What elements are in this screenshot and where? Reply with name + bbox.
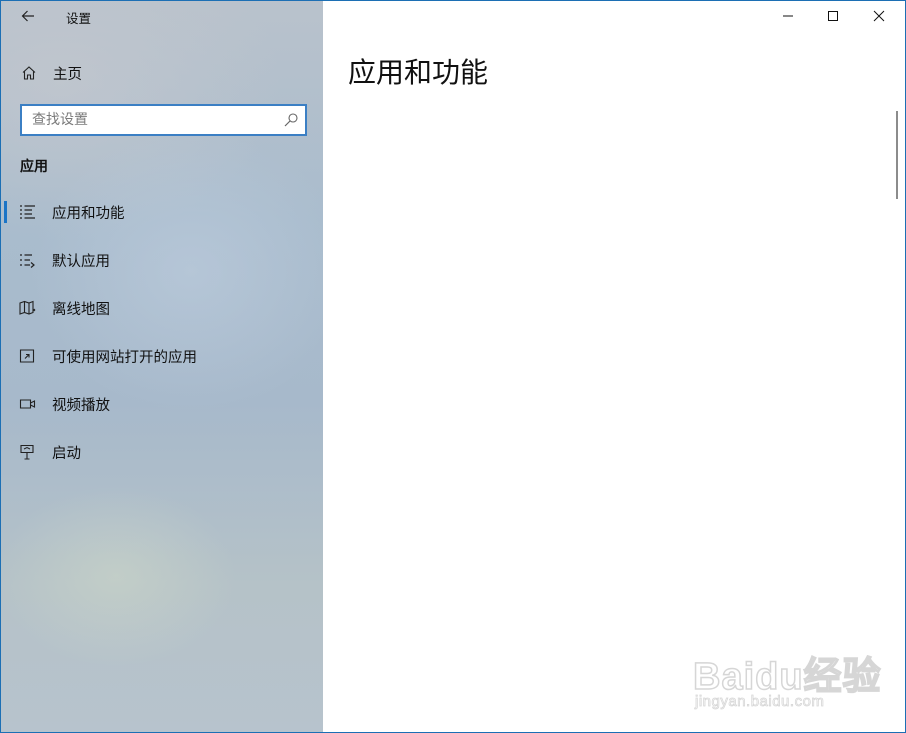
selection-indicator <box>4 201 7 223</box>
apps-for-websites-icon <box>19 349 35 363</box>
baidu-jingyan-watermark: Baidu经验 jingyan.baidu.com <box>692 635 893 725</box>
sidebar-item-label: 可使用网站打开的应用 <box>52 350 197 366</box>
close-button[interactable] <box>856 1 902 31</box>
sidebar-item-apps-for-websites[interactable]: 可使用网站打开的应用 <box>1 336 323 376</box>
search-input[interactable] <box>32 106 272 134</box>
sidebar-item-label: 离线地图 <box>52 302 110 318</box>
section-header-apps: 应用 <box>20 159 48 175</box>
sidebar-item-apps-features[interactable]: 应用和功能 <box>1 192 323 232</box>
close-icon <box>873 10 885 22</box>
back-button[interactable] <box>15 4 41 28</box>
sidebar-item-label: 视频播放 <box>52 398 110 414</box>
maximize-icon <box>828 11 838 21</box>
watermark-url: jingyan.baidu.com <box>695 693 825 711</box>
apps-features-icon <box>20 205 35 219</box>
video-playback-icon <box>19 399 36 409</box>
search-box[interactable] <box>20 104 307 136</box>
minimize-icon <box>783 15 793 17</box>
sidebar-item-home[interactable]: 主页 <box>1 58 323 88</box>
minimize-button[interactable] <box>765 1 811 31</box>
page-title: 应用和功能 <box>348 56 489 89</box>
sidebar-item-video-playback[interactable]: 视频播放 <box>1 384 323 424</box>
startup-icon <box>20 444 34 460</box>
maximize-button[interactable] <box>810 1 856 31</box>
home-label: 主页 <box>53 67 82 83</box>
sidebar-item-default-apps[interactable]: 默认应用 <box>1 240 323 280</box>
back-arrow-icon <box>21 10 34 22</box>
default-apps-icon <box>20 254 35 268</box>
sidebar-item-label: 默认应用 <box>52 254 110 270</box>
sidebar-item-label: 启动 <box>52 446 81 462</box>
watermark-brand: Baidu经验 <box>692 655 882 699</box>
sidebar-item-offline-maps[interactable]: 离线地图 <box>1 288 323 328</box>
main-content: 应用和功能 Baidu经验 jingyan.baidu.com <box>323 1 905 732</box>
app-title: 设置 <box>66 11 92 26</box>
settings-window: 设置 主页 应用 应用和功能 默认应用 <box>0 0 906 733</box>
sidebar-item-label: 应用和功能 <box>52 206 125 222</box>
search-icon[interactable] <box>283 112 299 128</box>
home-icon <box>22 66 36 80</box>
offline-maps-icon <box>19 300 36 315</box>
sidebar: 设置 主页 应用 应用和功能 默认应用 <box>1 1 323 732</box>
vertical-scrollbar[interactable] <box>896 111 898 199</box>
sidebar-item-startup[interactable]: 启动 <box>1 432 323 472</box>
